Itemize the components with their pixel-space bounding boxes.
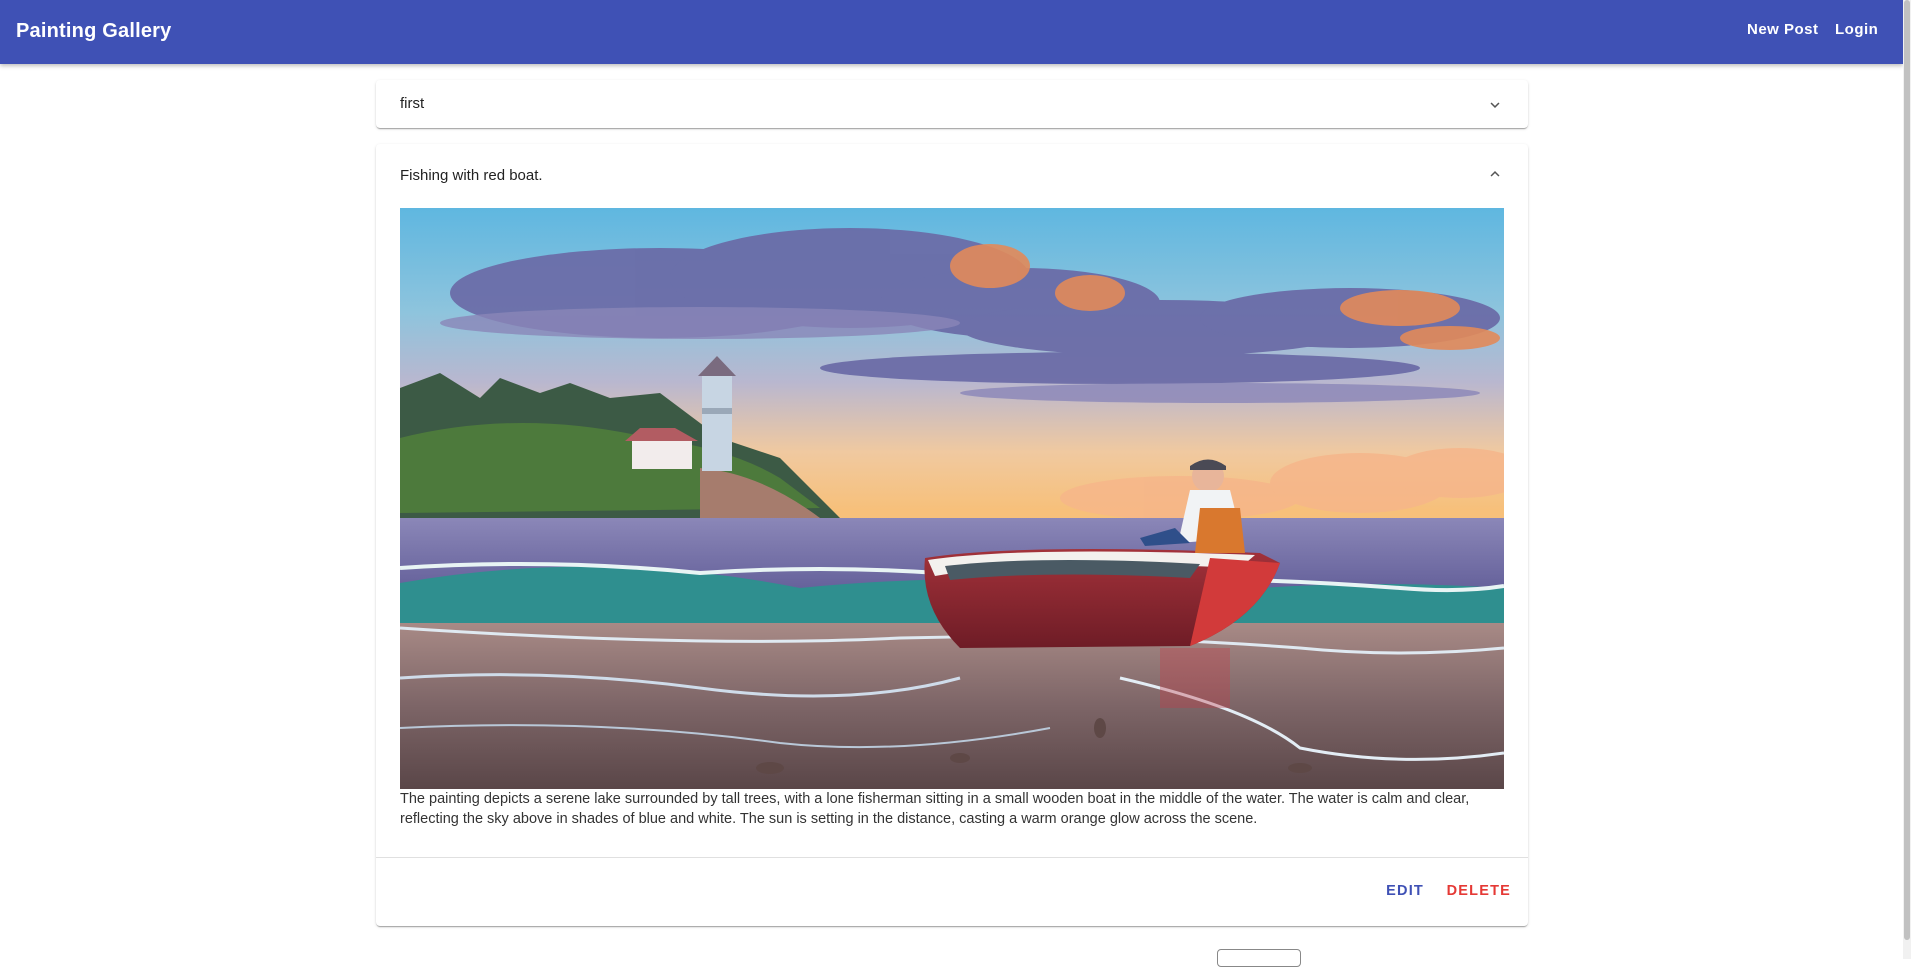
edit-button[interactable]: EDIT [1386, 883, 1424, 899]
actions-divider [376, 857, 1528, 858]
scrollbar-thumb[interactable] [1904, 0, 1910, 940]
chevron-down-icon[interactable] [1486, 96, 1504, 114]
new-post-button[interactable]: New Post [1747, 21, 1819, 38]
post-title[interactable]: first [400, 95, 424, 112]
page-scrollbar[interactable] [1903, 0, 1911, 959]
post-description: The painting depicts a serene lake surro… [400, 791, 1470, 827]
chevron-up-icon[interactable] [1486, 165, 1504, 183]
app-bar: Painting Gallery New Post Login [0, 0, 1903, 64]
delete-button[interactable]: DELETE [1447, 883, 1511, 899]
post-accordion-fishing[interactable]: Fishing with red boat. The painting depi… [376, 144, 1528, 926]
post-accordion-first[interactable]: first [376, 80, 1528, 128]
pagination-control[interactable] [1217, 949, 1301, 967]
painting-image [400, 208, 1504, 789]
login-button[interactable]: Login [1835, 21, 1878, 38]
app-title[interactable]: Painting Gallery [16, 20, 171, 43]
post-title[interactable]: Fishing with red boat. [400, 167, 543, 184]
